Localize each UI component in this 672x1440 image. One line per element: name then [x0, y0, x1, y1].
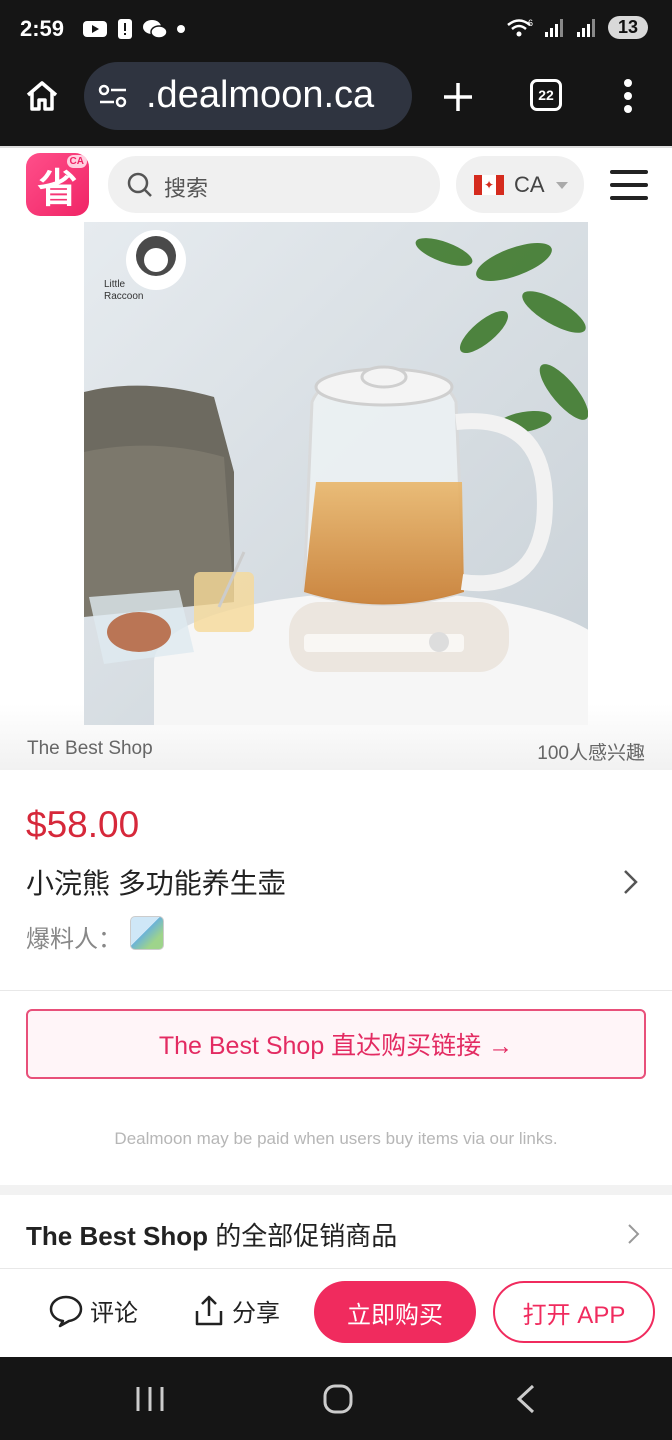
poster-avatar[interactable]: [130, 916, 164, 950]
chevron-right-icon[interactable]: [626, 1222, 642, 1246]
more-options-icon[interactable]: [620, 78, 636, 114]
direct-buy-link-button[interactable]: The Best Shop 直达购买链接 →: [26, 1009, 646, 1079]
all-deals-shop: The Best Shop: [26, 1221, 209, 1251]
home-icon[interactable]: [24, 78, 60, 114]
product-hero: Little Raccoon The Best Shop 100人感兴趣: [0, 222, 672, 770]
open-app-button[interactable]: 打开 APP: [493, 1281, 655, 1343]
affiliate-disclaimer: Dealmoon may be paid when users buy item…: [114, 1129, 558, 1148]
url-text: .dealmoon.ca: [146, 74, 375, 116]
system-icons: 6 13: [506, 16, 648, 39]
comment-label: 评论: [90, 1300, 138, 1327]
kettle-illustration: Little Raccoon: [84, 222, 588, 725]
status-bar: 2:59 6 13: [0, 0, 672, 60]
system-nav-bar: [0, 1357, 672, 1440]
product-price: $58.00: [26, 804, 140, 845]
home-nav-icon[interactable]: [322, 1383, 354, 1415]
region-selector[interactable]: ✦ CA: [456, 156, 584, 213]
chevron-right-icon[interactable]: [622, 868, 640, 896]
bottom-action-bar: 评论 分享 立即购买 打开 APP: [0, 1269, 672, 1357]
canada-flag-icon: ✦: [474, 174, 504, 195]
wechat-icon: [143, 20, 168, 39]
youtube-icon: [83, 21, 107, 37]
region-label: CA: [514, 171, 545, 197]
product-image[interactable]: Little Raccoon: [84, 222, 588, 725]
all-deals-suffix: 的全部促销商品: [208, 1221, 398, 1251]
comment-button[interactable]: 评论: [48, 1293, 138, 1328]
battery-level: 13: [607, 16, 648, 39]
dealmoon-logo[interactable]: 省 CA: [26, 153, 89, 216]
hamburger-menu-icon[interactable]: [610, 170, 648, 200]
search-placeholder: 搜索: [164, 176, 209, 201]
dot-icon: [177, 25, 185, 33]
comment-icon: [49, 1295, 83, 1327]
alert-icon: [118, 19, 132, 39]
notification-icons: [82, 18, 186, 40]
network-label: 6: [528, 18, 533, 28]
dropdown-caret-icon: [555, 181, 568, 189]
share-label: 分享: [232, 1300, 280, 1327]
recent-apps-icon[interactable]: [134, 1385, 166, 1413]
share-icon: [195, 1295, 223, 1325]
divider: [0, 990, 672, 991]
status-time: 2:59: [20, 16, 65, 41]
brand-logo-line-1: Little: [104, 279, 126, 290]
share-button[interactable]: 分享: [192, 1293, 280, 1328]
signal-icon: [544, 18, 563, 37]
wifi-icon: 6: [507, 18, 533, 36]
section-separator: [0, 1185, 672, 1195]
poster-label: 爆料人：: [26, 926, 122, 953]
shop-name[interactable]: The Best Shop: [27, 738, 153, 760]
browser-toolbar: .dealmoon.ca 22: [0, 60, 672, 146]
product-title[interactable]: 小浣熊 多功能养生壶: [26, 862, 286, 902]
brand-logo-line-2: Raccoon: [104, 291, 143, 302]
all-shop-deals-link[interactable]: The Best Shop 的全部促销商品: [26, 1216, 397, 1253]
site-header: 省 CA 搜索 ✦ CA: [0, 146, 672, 222]
new-tab-icon[interactable]: [441, 80, 475, 114]
signal-icon-2: [576, 18, 595, 37]
search-icon: [127, 172, 152, 197]
site-settings-icon[interactable]: [98, 82, 128, 110]
logo-region-badge: CA: [66, 155, 87, 168]
search-input[interactable]: 搜索: [108, 156, 440, 213]
back-icon[interactable]: [514, 1383, 538, 1415]
interest-count: 100人感兴趣: [537, 743, 645, 764]
buy-now-button[interactable]: 立即购买: [314, 1281, 476, 1343]
tab-switcher-button[interactable]: 22: [530, 79, 562, 111]
url-bar[interactable]: .dealmoon.ca: [84, 62, 412, 130]
